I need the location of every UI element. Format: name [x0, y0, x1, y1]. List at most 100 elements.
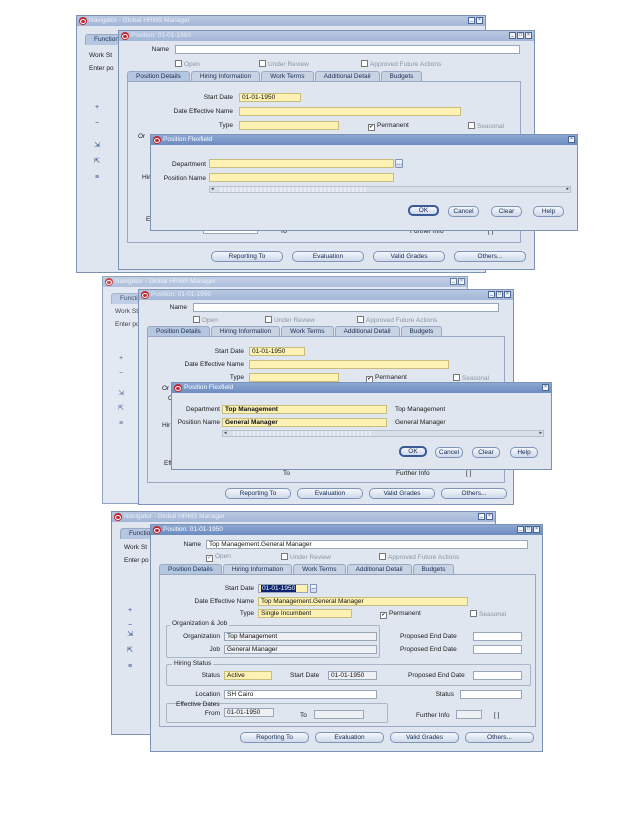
close-icon[interactable]: × [476, 17, 483, 24]
calendar-lov-icon[interactable]: – [310, 584, 317, 593]
close-icon[interactable]: × [533, 526, 540, 533]
start-date-field[interactable]: 01-01-1950 [258, 584, 308, 593]
others-button[interactable]: Others... [454, 251, 526, 262]
effective-dates-label: Effective Dates [176, 701, 220, 708]
valid-grades-button[interactable]: Valid Grades [373, 251, 445, 262]
cancel-button[interactable]: Cancel [448, 206, 479, 217]
maximize-icon[interactable]: □ [517, 32, 524, 39]
further-info-box[interactable]: [ ] [494, 712, 499, 719]
clear-button[interactable]: Clear [472, 447, 500, 458]
ok-button[interactable]: OK [399, 446, 427, 457]
seasonal-checkbox[interactable]: Seasonal [470, 610, 506, 618]
expand-icon[interactable]: ⇲ [91, 141, 103, 151]
plus-icon[interactable]: + [115, 354, 127, 364]
organization-field[interactable]: Top Management [224, 632, 377, 641]
horizontal-scrollbar[interactable]: ◂ ▸ [209, 186, 571, 193]
minus-icon[interactable]: − [91, 119, 103, 129]
minimize-icon[interactable]: _ [468, 17, 475, 24]
open-checkbox[interactable]: ✔ Open [206, 553, 231, 562]
collapse-all-icon[interactable]: ≡ [124, 662, 136, 672]
close-icon[interactable]: × [504, 291, 511, 298]
start-date-field[interactable]: 01-01-1950 [249, 347, 305, 356]
others-button[interactable]: Others... [465, 732, 534, 743]
start-date-field[interactable]: 01-01-1950 [239, 93, 301, 102]
minimize-icon[interactable]: _ [509, 32, 516, 39]
ok-button[interactable]: OK [408, 205, 439, 216]
date-effective-name-field[interactable] [239, 107, 461, 116]
job-proposed-end-date-field[interactable] [473, 645, 522, 654]
permanent-checkbox[interactable]: ✔ Permanent [380, 610, 421, 619]
type-field[interactable]: Single Incumbent [258, 609, 352, 618]
minimize-icon[interactable]: _ [478, 513, 485, 520]
lov-icon[interactable]: … [395, 159, 403, 168]
plus-icon[interactable]: + [124, 606, 136, 616]
hiring-start-date-field[interactable]: 01-01-1950 [328, 671, 377, 680]
evaluation-button[interactable]: Evaluation [315, 732, 384, 743]
cancel-button[interactable]: Cancel [435, 447, 463, 458]
reporting-to-button[interactable]: Reporting To [225, 488, 291, 499]
location-field[interactable]: SH Cairo [224, 690, 377, 699]
close-icon[interactable]: × [542, 384, 549, 391]
permanent-checkbox[interactable]: ✔ Permanent [368, 122, 409, 131]
position-name-field[interactable]: General Manager [222, 418, 387, 427]
expand-all-icon[interactable]: ⇱ [115, 404, 127, 414]
horizontal-scrollbar[interactable]: ◂ ▸ [222, 430, 544, 437]
maximize-icon[interactable]: □ [496, 291, 503, 298]
date-effective-name-field[interactable]: Top Management.General Manager [258, 597, 468, 606]
plus-icon[interactable]: + [91, 103, 103, 113]
type-field[interactable] [249, 373, 339, 382]
reporting-to-button[interactable]: Reporting To [211, 251, 283, 262]
close-icon[interactable]: × [458, 278, 465, 285]
maximize-icon[interactable]: □ [525, 526, 532, 533]
others-button[interactable]: Others... [441, 488, 507, 499]
type-field[interactable] [239, 121, 339, 130]
hiring-proposed-end-date-field[interactable] [473, 671, 522, 680]
job-field[interactable]: General Manager [224, 645, 377, 654]
close-icon[interactable]: × [525, 32, 532, 39]
date-effective-name-field[interactable] [249, 360, 449, 369]
expand-icon[interactable]: ⇲ [115, 389, 127, 399]
under-review-checkbox[interactable]: Under Review [259, 60, 309, 68]
collapse-all-icon[interactable]: ≡ [91, 173, 103, 183]
name-field[interactable] [193, 303, 499, 312]
evaluation-button[interactable]: Evaluation [297, 488, 363, 499]
department-field[interactable] [209, 159, 394, 168]
further-info-box[interactable]: [ ] [466, 470, 471, 477]
minus-icon[interactable]: − [115, 369, 127, 379]
approved-future-actions-checkbox[interactable]: Approved Future Actions [379, 553, 459, 561]
expand-all-icon[interactable]: ⇱ [124, 646, 136, 656]
status2-field[interactable] [460, 690, 522, 699]
under-review-checkbox[interactable]: Under Review [281, 553, 331, 561]
approved-future-actions-checkbox[interactable]: Approved Future Actions [357, 316, 437, 324]
to-field[interactable] [314, 710, 364, 719]
valid-grades-button[interactable]: Valid Grades [390, 732, 459, 743]
evaluation-button[interactable]: Evaluation [292, 251, 364, 262]
valid-grades-button[interactable]: Valid Grades [369, 488, 435, 499]
name-field[interactable]: Top Management.General Manager [206, 540, 528, 549]
position-name-field[interactable] [209, 173, 394, 182]
org-proposed-end-date-field[interactable] [473, 632, 522, 641]
seasonal-checkbox[interactable]: Seasonal [453, 374, 489, 382]
further-info-field[interactable] [456, 710, 482, 719]
open-checkbox[interactable]: Open [175, 60, 200, 68]
expand-icon[interactable]: ⇲ [124, 630, 136, 640]
minimize-icon[interactable]: _ [517, 526, 524, 533]
approved-future-actions-checkbox[interactable]: Approved Future Actions [361, 60, 441, 68]
help-button[interactable]: Help [510, 447, 538, 458]
minimize-icon[interactable]: _ [450, 278, 457, 285]
name-field[interactable] [175, 45, 520, 54]
collapse-all-icon[interactable]: ≡ [115, 419, 127, 429]
open-checkbox[interactable]: Open [193, 316, 218, 324]
reporting-to-button[interactable]: Reporting To [240, 732, 309, 743]
expand-all-icon[interactable]: ⇱ [91, 157, 103, 167]
minimize-icon[interactable]: _ [488, 291, 495, 298]
clear-button[interactable]: Clear [491, 206, 522, 217]
seasonal-checkbox[interactable]: Seasonal [468, 122, 504, 130]
from-field[interactable]: 01-01-1950 [224, 708, 274, 717]
department-field[interactable]: Top Management [222, 405, 387, 414]
close-icon[interactable]: × [486, 513, 493, 520]
help-button[interactable]: Help [533, 206, 564, 217]
status-field[interactable]: Active [224, 671, 272, 680]
under-review-checkbox[interactable]: Under Review [265, 316, 315, 324]
close-icon[interactable]: × [568, 136, 575, 143]
